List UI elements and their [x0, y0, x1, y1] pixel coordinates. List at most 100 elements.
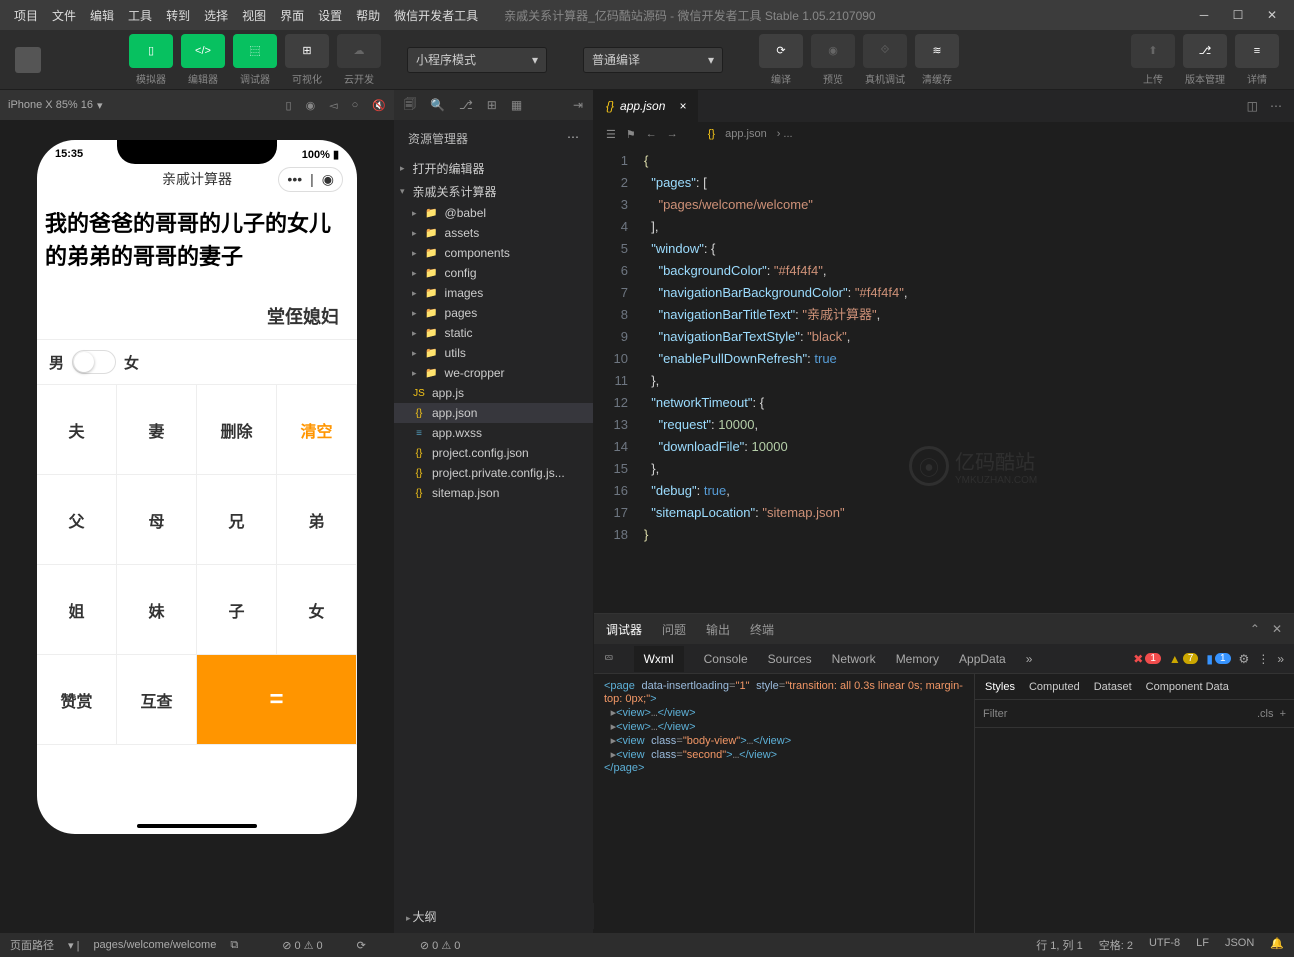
menu-project[interactable]: 项目: [8, 4, 44, 27]
code-editor[interactable]: 123456789101112131415161718 { "pages": […: [594, 146, 1294, 613]
bc-fwd-icon[interactable]: →: [667, 128, 678, 140]
file-sitemap[interactable]: {}sitemap.json: [394, 483, 593, 503]
remote-button[interactable]: ⟐: [863, 34, 907, 68]
cursor-pos[interactable]: 行 1, 列 1: [1036, 937, 1082, 953]
ext-icon[interactable]: ⊞: [487, 98, 497, 112]
device-icon[interactable]: ▯: [286, 99, 292, 112]
outline-section[interactable]: 大纲: [406, 908, 437, 925]
lang[interactable]: JSON: [1225, 937, 1254, 953]
target-icon[interactable]: ◉: [322, 171, 334, 188]
folder-utils[interactable]: 📁utils: [394, 343, 593, 363]
simulator-button[interactable]: ▯: [129, 34, 173, 68]
maximize-button[interactable]: ☐: [1224, 4, 1252, 26]
subtab-memory[interactable]: Memory: [896, 652, 939, 666]
split-icon[interactable]: ◫: [1247, 99, 1258, 113]
preview-button[interactable]: ◉: [811, 34, 855, 68]
mute-icon[interactable]: 🔇: [372, 99, 386, 112]
compdata-tab[interactable]: Component Data: [1146, 681, 1229, 693]
device-info[interactable]: iPhone X 85% 16: [8, 99, 93, 111]
mode-select[interactable]: 小程序模式▾: [407, 47, 547, 73]
version-button[interactable]: ⎇: [1183, 34, 1227, 68]
key-equals[interactable]: =: [197, 655, 357, 745]
folder-config[interactable]: 📁config: [394, 263, 593, 283]
menu-tool[interactable]: 工具: [122, 4, 158, 27]
spaces[interactable]: 空格: 2: [1099, 937, 1133, 953]
menu-settings[interactable]: 设置: [312, 4, 348, 27]
menu-help[interactable]: 帮助: [350, 4, 386, 27]
folder-assets[interactable]: 📁assets: [394, 223, 593, 243]
copy-icon[interactable]: ⧉: [230, 939, 238, 952]
subtab-network[interactable]: Network: [832, 652, 876, 666]
login-icon[interactable]: ⇥: [573, 98, 583, 112]
file-app-wxss[interactable]: ≡app.wxss: [394, 423, 593, 443]
key-younger-brother[interactable]: 弟: [277, 475, 357, 565]
key-father[interactable]: 父: [37, 475, 117, 565]
folder-images[interactable]: 📁images: [394, 283, 593, 303]
dataset-tab[interactable]: Dataset: [1094, 681, 1132, 693]
key-elder-brother[interactable]: 兄: [197, 475, 277, 565]
bc-back-icon[interactable]: ←: [646, 128, 657, 140]
key-wife[interactable]: 妻: [117, 385, 197, 475]
capsule[interactable]: •••|◉: [278, 167, 343, 192]
search-icon[interactable]: 🔍: [430, 98, 445, 112]
more-editor-icon[interactable]: ⋯: [1270, 99, 1282, 113]
bc-list-icon[interactable]: ☰: [606, 128, 616, 141]
styles-tab[interactable]: Styles: [985, 681, 1015, 693]
key-husband[interactable]: 夫: [37, 385, 117, 475]
err-counts[interactable]: ⊘ 0 ⚠ 0: [282, 939, 322, 952]
back-icon[interactable]: ◅: [329, 99, 337, 112]
kebab-icon[interactable]: ⋮: [1257, 652, 1269, 666]
debugger-button[interactable]: ⿳: [233, 34, 277, 68]
branch-icon[interactable]: ⎇: [459, 98, 473, 112]
key-mother[interactable]: 母: [117, 475, 197, 565]
wxml-tree[interactable]: <page data-insertloading="1" style="tran…: [594, 674, 974, 933]
gender-toggle[interactable]: [72, 350, 116, 374]
more-icon[interactable]: •••: [287, 171, 302, 187]
menu-edit[interactable]: 编辑: [84, 4, 120, 27]
folder-babel[interactable]: 📁@babel: [394, 203, 593, 223]
home-icon[interactable]: ○: [352, 99, 359, 112]
bc-bookmark-icon[interactable]: ⚑: [626, 128, 636, 141]
more-icon[interactable]: ⋯: [567, 130, 579, 147]
avatar[interactable]: [15, 47, 41, 73]
eol[interactable]: LF: [1196, 937, 1209, 953]
key-elder-sister[interactable]: 姐: [37, 565, 117, 655]
dt-close-icon[interactable]: ✕: [1272, 622, 1282, 636]
close-tab-icon[interactable]: ×: [679, 99, 686, 113]
gear-icon[interactable]: ⚙: [1239, 652, 1250, 666]
cache-button[interactable]: ≋: [915, 34, 959, 68]
dt-up-icon[interactable]: ⌃: [1250, 622, 1260, 636]
dt-tab-problems[interactable]: 问题: [662, 621, 686, 638]
folder-components[interactable]: 📁components: [394, 243, 593, 263]
detail-button[interactable]: ≡: [1235, 34, 1279, 68]
subtab-sources[interactable]: Sources: [768, 652, 812, 666]
filter-input[interactable]: Filter: [983, 708, 1007, 720]
computed-tab[interactable]: Computed: [1029, 681, 1080, 693]
path-value[interactable]: pages/welcome/welcome: [93, 939, 216, 951]
subtab-wxml[interactable]: Wxml: [634, 646, 684, 672]
key-clear[interactable]: 清空: [277, 385, 357, 475]
dt-tab-debugger[interactable]: 调试器: [606, 621, 642, 638]
sync-icon[interactable]: ⟳: [357, 939, 366, 952]
file-app-js[interactable]: JSapp.js: [394, 383, 593, 403]
compile-select[interactable]: 普通编译▾: [583, 47, 723, 73]
menu-interface[interactable]: 界面: [274, 4, 310, 27]
folder-pages[interactable]: 📁pages: [394, 303, 593, 323]
record-icon[interactable]: ◉: [306, 99, 316, 112]
file-project-config[interactable]: {}project.config.json: [394, 443, 593, 463]
open-editors[interactable]: 打开的编辑器: [394, 157, 593, 180]
folder-static[interactable]: 📁static: [394, 323, 593, 343]
inspect-icon[interactable]: ⮹: [604, 651, 614, 666]
menu-file[interactable]: 文件: [46, 4, 82, 27]
files-icon[interactable]: 🗐: [404, 95, 416, 116]
expand-icon[interactable]: »: [1277, 652, 1284, 666]
key-delete[interactable]: 删除: [197, 385, 277, 475]
editor-button[interactable]: </>: [181, 34, 225, 68]
menu-view[interactable]: 视图: [236, 4, 272, 27]
key-son[interactable]: 子: [197, 565, 277, 655]
folder-we-cropper[interactable]: 📁we-cropper: [394, 363, 593, 383]
breadcrumb-file[interactable]: app.json: [725, 128, 767, 140]
upload-button[interactable]: ⬆: [1131, 34, 1175, 68]
close-button[interactable]: ✕: [1258, 4, 1286, 26]
clouddev-button[interactable]: ☁: [337, 34, 381, 68]
